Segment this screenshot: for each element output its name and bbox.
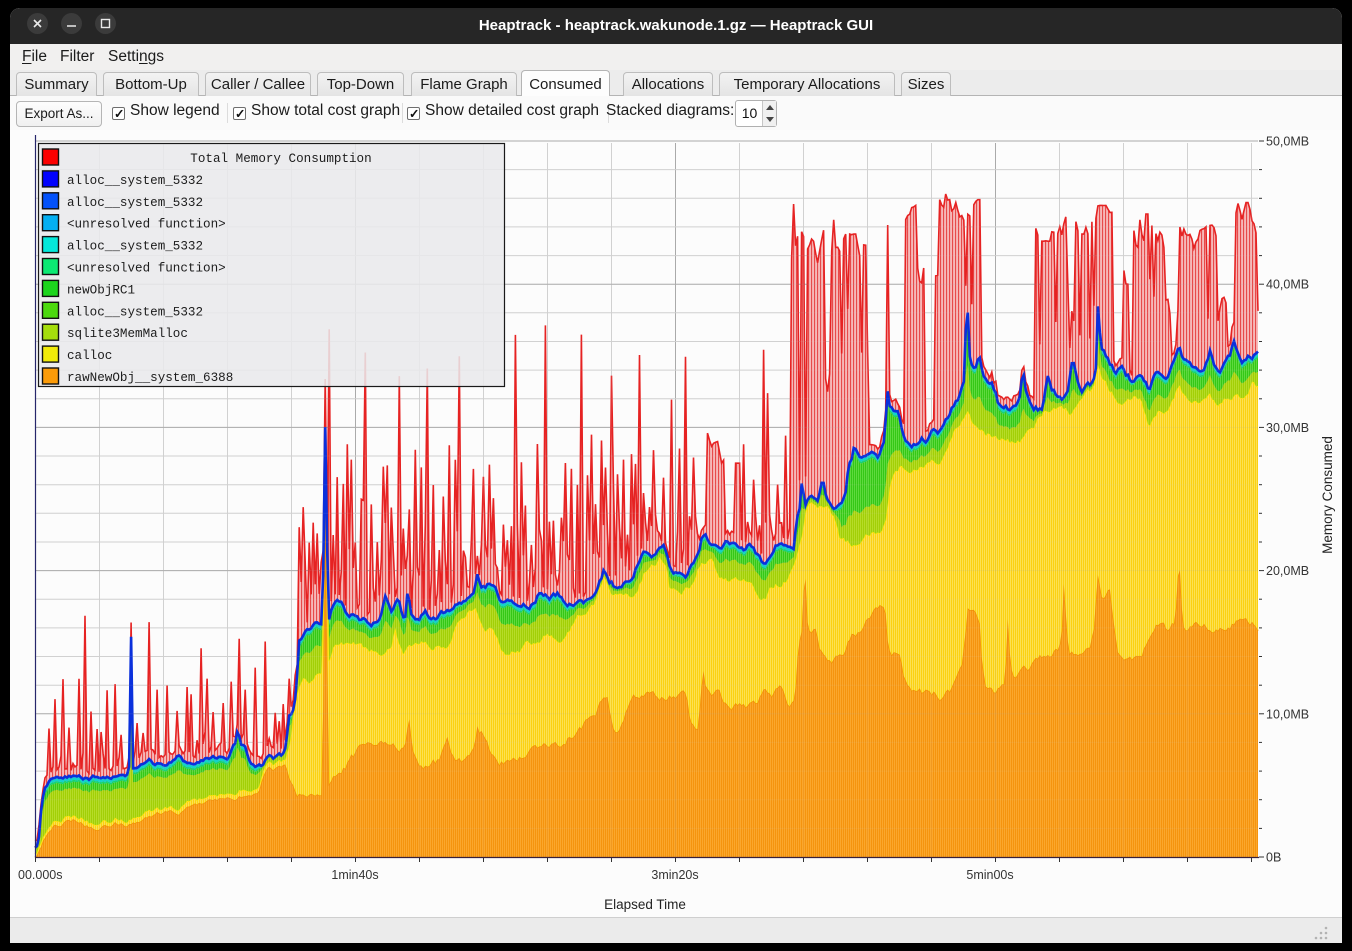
svg-text:00.000s: 00.000s [18, 868, 62, 882]
svg-text:sqlite3MemMalloc: sqlite3MemMalloc [67, 327, 188, 341]
svg-text:Memory Consumed: Memory Consumed [1320, 436, 1335, 554]
svg-text:<unresolved function>: <unresolved function> [67, 262, 226, 276]
svg-text:40,0MB: 40,0MB [1266, 278, 1309, 292]
svg-text:20,0MB: 20,0MB [1266, 564, 1309, 578]
svg-text:calloc: calloc [67, 349, 112, 363]
svg-text:1min40s: 1min40s [331, 868, 378, 882]
svg-text:<unresolved function>: <unresolved function> [67, 218, 226, 232]
svg-text:3min20s: 3min20s [651, 868, 698, 882]
svg-text:Total Memory Consumption: Total Memory Consumption [190, 152, 371, 166]
svg-text:0B: 0B [1266, 851, 1281, 865]
svg-text:alloc__system_5332: alloc__system_5332 [67, 305, 203, 319]
svg-text:Elapsed Time: Elapsed Time [604, 897, 686, 912]
svg-text:5min00s: 5min00s [966, 868, 1013, 882]
svg-text:50,0MB: 50,0MB [1266, 135, 1309, 149]
svg-text:30,0MB: 30,0MB [1266, 421, 1309, 435]
svg-text:alloc__system_5332: alloc__system_5332 [67, 174, 203, 188]
svg-text:newObjRC1: newObjRC1 [67, 283, 135, 297]
svg-text:rawNewObj__system_6388: rawNewObj__system_6388 [67, 371, 233, 385]
svg-text:alloc__system_5332: alloc__system_5332 [67, 240, 203, 254]
svg-text:alloc__system_5332: alloc__system_5332 [67, 196, 203, 210]
svg-text:10,0MB: 10,0MB [1266, 707, 1309, 721]
